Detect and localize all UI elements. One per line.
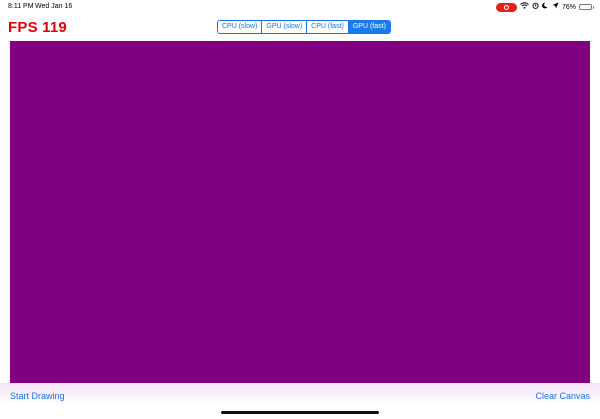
alarm-icon: [532, 2, 539, 12]
clear-canvas-button[interactable]: Clear Canvas: [535, 391, 590, 401]
battery-icon: [579, 4, 594, 10]
wifi-icon: [520, 2, 529, 12]
segment-gpu-slow[interactable]: GPU (slow): [262, 21, 308, 33]
screen-recording-icon[interactable]: [495, 2, 517, 12]
bottom-toolbar: Start Drawing Clear Canvas: [0, 383, 600, 419]
status-time: 8:11 PM: [8, 3, 34, 10]
status-date: Wed Jan 16: [35, 3, 73, 10]
battery-percent: 76%: [561, 3, 576, 11]
status-indicators: 76%: [495, 2, 594, 12]
segment-gpu-fast[interactable]: GPU (fast): [348, 21, 390, 33]
app-screen: 8:11 PM Wed Jan 16 76% FPS 119 CPU (slow…: [0, 0, 600, 419]
start-drawing-button[interactable]: Start Drawing: [10, 391, 65, 401]
segment-cpu-slow[interactable]: CPU (slow): [218, 21, 263, 33]
location-arrow-icon: [552, 2, 559, 12]
drawing-canvas[interactable]: [10, 41, 590, 383]
segment-cpu-fast[interactable]: CPU (fast): [307, 21, 349, 33]
fps-counter: FPS 119: [8, 19, 67, 36]
home-indicator[interactable]: [221, 411, 379, 414]
do-not-disturb-icon: [542, 2, 549, 12]
render-mode-segmented-control: CPU (slow) GPU (slow) CPU (fast) GPU (fa…: [217, 20, 391, 34]
status-bar: 8:11 PM Wed Jan 16 76%: [0, 0, 600, 13]
